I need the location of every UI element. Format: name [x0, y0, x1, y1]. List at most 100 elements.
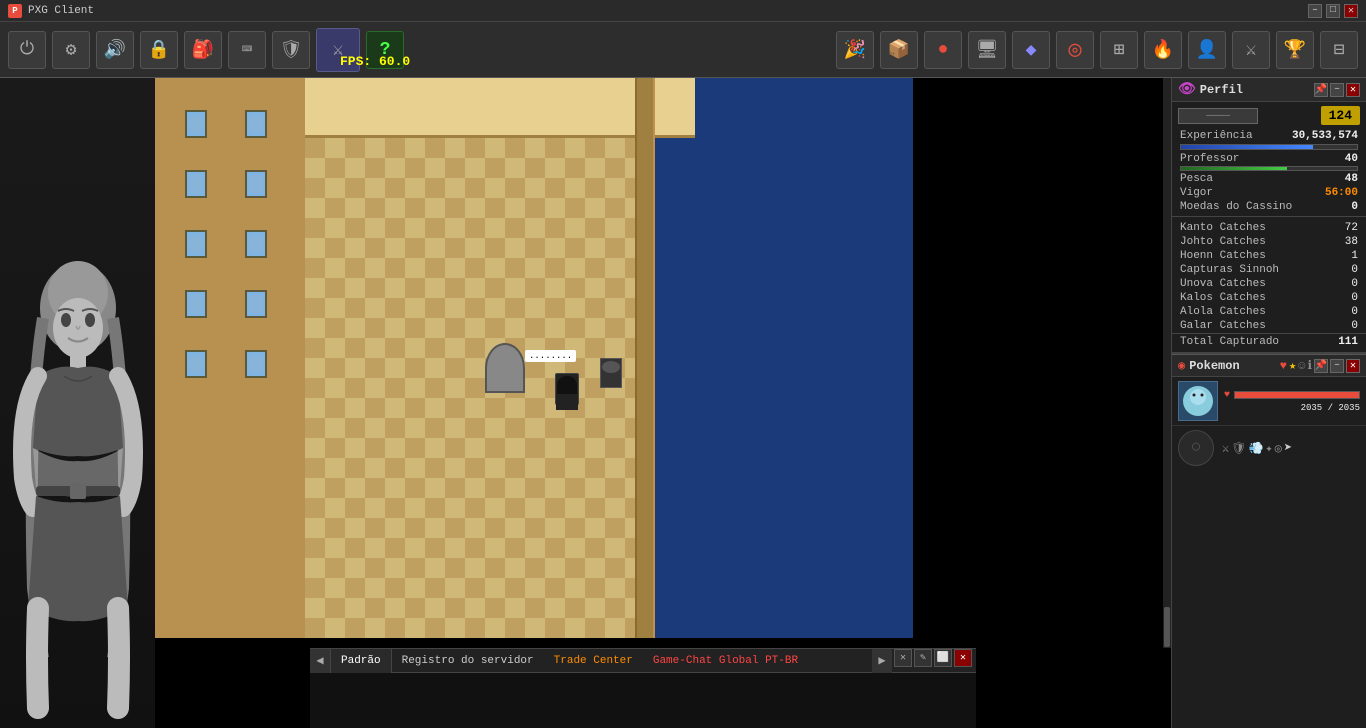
- sinnoh-value: 0: [1351, 264, 1358, 276]
- pokemon-info: ♥ 2035 / 2035: [1224, 390, 1360, 413]
- player-character: [555, 373, 579, 405]
- trainer2-icon[interactable]: 👤: [1188, 31, 1226, 69]
- kalos-catches-row: Kalos Catches 0: [1172, 291, 1366, 305]
- professor-value: 40: [1345, 153, 1358, 165]
- unova-value: 0: [1351, 278, 1358, 290]
- trophy-icon[interactable]: 🏆: [1276, 31, 1314, 69]
- stat-icon-1: ⚔: [1222, 441, 1229, 456]
- pokemon-header-left: ◉ Pokemon: [1178, 358, 1240, 373]
- keyboard-icon[interactable]: ⌨: [228, 31, 266, 69]
- hoenn-label: Hoenn Catches: [1180, 250, 1266, 262]
- alola-value: 0: [1351, 306, 1358, 318]
- shield-icon[interactable]: 🛡: [272, 31, 310, 69]
- menu1-icon[interactable]: ⊞: [1100, 31, 1138, 69]
- vigor-value: 56:00: [1325, 187, 1358, 199]
- unova-label: Unova Catches: [1180, 278, 1266, 290]
- smiley-icon[interactable]: ☺: [1298, 359, 1305, 373]
- profile-minimize-button[interactable]: –: [1330, 83, 1344, 97]
- stat-icon-3: 💨: [1248, 441, 1263, 456]
- building-wall: [155, 78, 315, 638]
- chat-expand-button[interactable]: ⬜: [934, 649, 952, 667]
- pk-type-icon: ♥: [1224, 390, 1230, 401]
- pokeball-header-icon: ◉: [1178, 358, 1185, 373]
- building-window: [185, 170, 207, 198]
- galar-value: 0: [1351, 320, 1358, 332]
- chat-close-button[interactable]: ✕: [954, 649, 972, 667]
- chat-x-button[interactable]: ✕: [894, 649, 912, 667]
- pokemon-close-button[interactable]: ✕: [1346, 359, 1360, 373]
- floor-area: [305, 78, 635, 638]
- professor-row: Professor 40: [1172, 152, 1366, 166]
- bag-icon[interactable]: 🎒: [184, 31, 222, 69]
- johto-value: 38: [1345, 236, 1358, 248]
- pokemon-sprite-svg: [1180, 383, 1216, 419]
- lock-icon[interactable]: 🔒: [140, 31, 178, 69]
- maximize-button[interactable]: □: [1326, 4, 1340, 18]
- galar-catches-row: Galar Catches 0: [1172, 319, 1366, 333]
- hp-bar-bg: [1234, 391, 1360, 399]
- moedas-row: Moedas do Cassino 0: [1172, 200, 1366, 214]
- audio-icon[interactable]: 🔊: [96, 31, 134, 69]
- close-button[interactable]: ✕: [1344, 4, 1358, 18]
- heart-icon[interactable]: ♥: [1280, 359, 1287, 373]
- username-box[interactable]: ————: [1178, 108, 1258, 124]
- kanto-catches-row: Kanto Catches 72: [1172, 221, 1366, 235]
- pillar: [635, 78, 655, 638]
- power-icon[interactable]: ⏻: [8, 31, 46, 69]
- pokemon-entry: ♥ 2035 / 2035: [1172, 377, 1366, 425]
- chat-prev-button[interactable]: ◀: [310, 649, 330, 673]
- sword2-icon[interactable]: ⚔: [1232, 31, 1270, 69]
- profile-close-button[interactable]: ✕: [1346, 83, 1360, 97]
- professor-label: Professor: [1180, 153, 1239, 165]
- pokemon-minimize-button[interactable]: –: [1330, 359, 1344, 373]
- kanto-value: 72: [1345, 222, 1358, 234]
- minimize-button[interactable]: –: [1308, 4, 1322, 18]
- experience-label: Experiência: [1180, 130, 1253, 142]
- galar-label: Galar Catches: [1180, 320, 1266, 332]
- item-icon[interactable]: 📦: [880, 31, 918, 69]
- profile-panel: 👁 Perfil 📌 – ✕ ———— 124 Experiência 30,5…: [1172, 78, 1366, 354]
- chat-tab-registro[interactable]: Registro do servidor: [392, 649, 544, 673]
- stat-icon-arrow[interactable]: ➤: [1284, 440, 1292, 457]
- hp-bar-fill: [1235, 392, 1359, 398]
- settings-icon[interactable]: ⚙: [52, 31, 90, 69]
- info-icon[interactable]: ℹ: [1307, 358, 1312, 373]
- pc-icon[interactable]: 🖥: [968, 31, 1006, 69]
- profile-pin-button[interactable]: 📌: [1314, 83, 1328, 97]
- pesca-value: 48: [1345, 173, 1358, 185]
- chat-tab-global[interactable]: Game-Chat Global PT-BR: [643, 649, 808, 673]
- building-window: [245, 290, 267, 318]
- scroll-thumb[interactable]: [1164, 607, 1170, 647]
- chat-tab-trade[interactable]: Trade Center: [544, 649, 643, 673]
- toolbar: ⏻ ⚙ 🔊 🔒 🎒 ⌨ 🛡 ⚔ ? 🎉 📦 ● 🖥 ◆ ◎ ⊞ 🔥 👤 ⚔ 🏆 …: [0, 22, 1366, 78]
- pokeball2-icon[interactable]: ●: [924, 31, 962, 69]
- chat-tab-padrao[interactable]: Padrão: [330, 649, 392, 673]
- stat-icon-2: 🛡: [1231, 441, 1246, 456]
- profile-panel-controls: 📌 – ✕: [1314, 83, 1360, 97]
- game-area: ........ ◀ Padrão Registro do servidor T…: [155, 78, 1171, 728]
- sinnoh-label: Capturas Sinnoh: [1180, 264, 1279, 276]
- gem-icon[interactable]: ◆: [1012, 31, 1050, 69]
- alola-label: Alola Catches: [1180, 306, 1266, 318]
- chat-settings-button[interactable]: ✎: [914, 649, 932, 667]
- title-bar-controls[interactable]: – □ ✕: [1308, 4, 1358, 18]
- chat-tabs: ◀ Padrão Registro do servidor Trade Cent…: [310, 649, 976, 673]
- master-ball-icon[interactable]: ◎: [1056, 31, 1094, 69]
- flame-icon[interactable]: 🔥: [1144, 31, 1182, 69]
- stat-icon-5: ◎: [1275, 441, 1282, 456]
- game-canvas: ........: [155, 78, 913, 638]
- title-bar-left: P PXG Client: [8, 4, 94, 18]
- pokemon-sprite: [1178, 381, 1218, 421]
- chat-next-button[interactable]: ▶: [872, 649, 892, 673]
- party-icon[interactable]: 🎉: [836, 31, 874, 69]
- building-window: [245, 350, 267, 378]
- chat-content: [310, 673, 976, 728]
- profile-header-left: 👁 Perfil: [1178, 81, 1243, 98]
- settings3-icon[interactable]: ⊟: [1320, 31, 1358, 69]
- star-icon[interactable]: ★: [1289, 358, 1296, 373]
- total-label: Total Capturado: [1180, 336, 1279, 348]
- xp-bar-bg: [1180, 144, 1358, 150]
- vigor-row: Vigor 56:00: [1172, 186, 1366, 200]
- pokemon-pin-button[interactable]: 📌: [1314, 359, 1328, 373]
- hoenn-value: 1: [1351, 250, 1358, 262]
